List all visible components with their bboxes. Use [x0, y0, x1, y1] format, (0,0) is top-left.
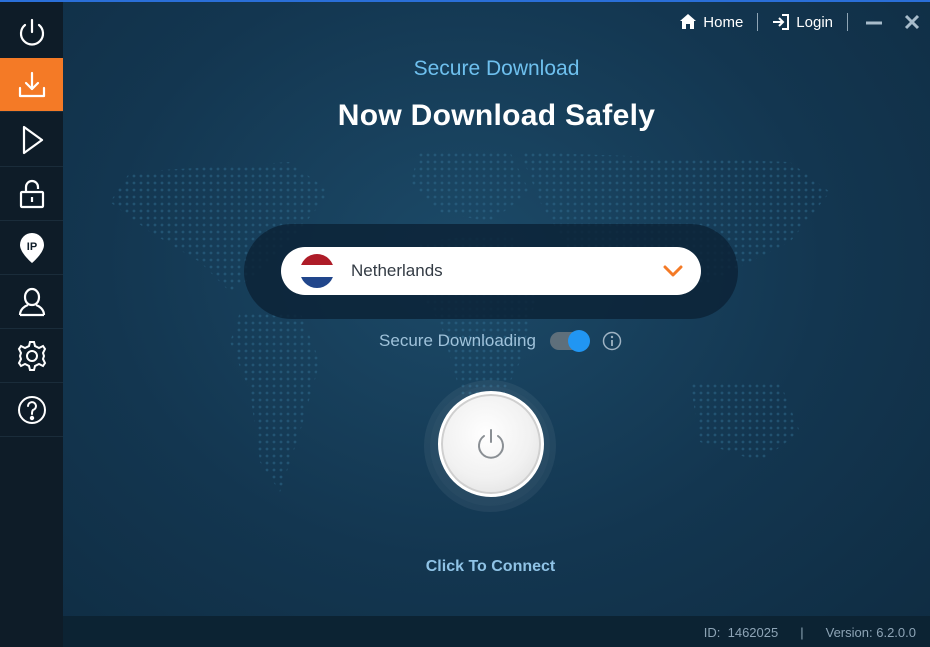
- login-icon: [773, 14, 790, 30]
- sidebar-item-help[interactable]: [0, 383, 63, 437]
- home-link[interactable]: Home: [679, 13, 743, 31]
- netherlands-flag-icon: [300, 254, 334, 288]
- sidebar-item-power[interactable]: [0, 6, 63, 60]
- sidebar-item-lock[interactable]: [0, 167, 63, 221]
- login-label: Login: [796, 13, 833, 31]
- selected-country: Netherlands: [351, 261, 443, 280]
- connect-button[interactable]: [438, 391, 544, 497]
- home-icon: [680, 14, 697, 29]
- footer-separator: |: [800, 625, 804, 640]
- sidebar-item-ip[interactable]: IP: [0, 221, 63, 275]
- download-icon: [18, 71, 45, 97]
- minimize-button[interactable]: [862, 10, 886, 34]
- sidebar: IP: [0, 2, 63, 647]
- svg-text:IP: IP: [26, 241, 36, 253]
- play-icon: [22, 125, 43, 154]
- power-icon: [19, 18, 44, 46]
- close-button[interactable]: [900, 10, 924, 34]
- lock-icon: [19, 179, 44, 208]
- version-value: 6.2.0.0: [876, 625, 916, 640]
- sidebar-item-account[interactable]: [0, 275, 63, 329]
- secure-downloading-row: Secure Downloading: [63, 330, 930, 352]
- country-dropdown[interactable]: Netherlands: [281, 247, 701, 295]
- user-icon: [18, 287, 45, 316]
- top-separator: [757, 13, 759, 31]
- help-icon: [17, 395, 46, 424]
- sidebar-item-settings[interactable]: [0, 329, 63, 383]
- home-label: Home: [703, 13, 744, 31]
- connect-label[interactable]: Click To Connect: [63, 558, 918, 576]
- sidebar-item-play[interactable]: [0, 113, 63, 167]
- info-icon[interactable]: [602, 331, 622, 351]
- toggle-knob: [567, 330, 590, 352]
- chevron-down-icon: [663, 265, 683, 277]
- top-bar: Home Login: [679, 10, 930, 34]
- app-window: IP Home Login Secure Download Now Downlo…: [0, 0, 930, 647]
- top-separator: [847, 13, 848, 31]
- country-selector-panel: Netherlands: [244, 224, 738, 319]
- status-footer: ID: 1462025 | Version: 6.2.0.0: [63, 616, 930, 647]
- id-value: 1462025: [727, 625, 779, 640]
- page-title: Now Download Safely: [337, 99, 656, 132]
- version-label: Version:: [825, 625, 873, 640]
- ip-location-icon: IP: [19, 232, 44, 263]
- power-icon: [478, 429, 504, 459]
- sidebar-item-download[interactable]: [0, 58, 63, 112]
- login-link[interactable]: Login: [772, 13, 833, 31]
- secure-downloading-label: Secure Downloading: [379, 331, 536, 350]
- gear-icon: [17, 340, 46, 371]
- id-label: ID:: [703, 625, 721, 640]
- page-subtitle: Secure Download: [413, 57, 580, 80]
- minimize-icon: [866, 21, 882, 25]
- secure-downloading-toggle[interactable]: [549, 330, 590, 352]
- close-icon: [904, 14, 920, 30]
